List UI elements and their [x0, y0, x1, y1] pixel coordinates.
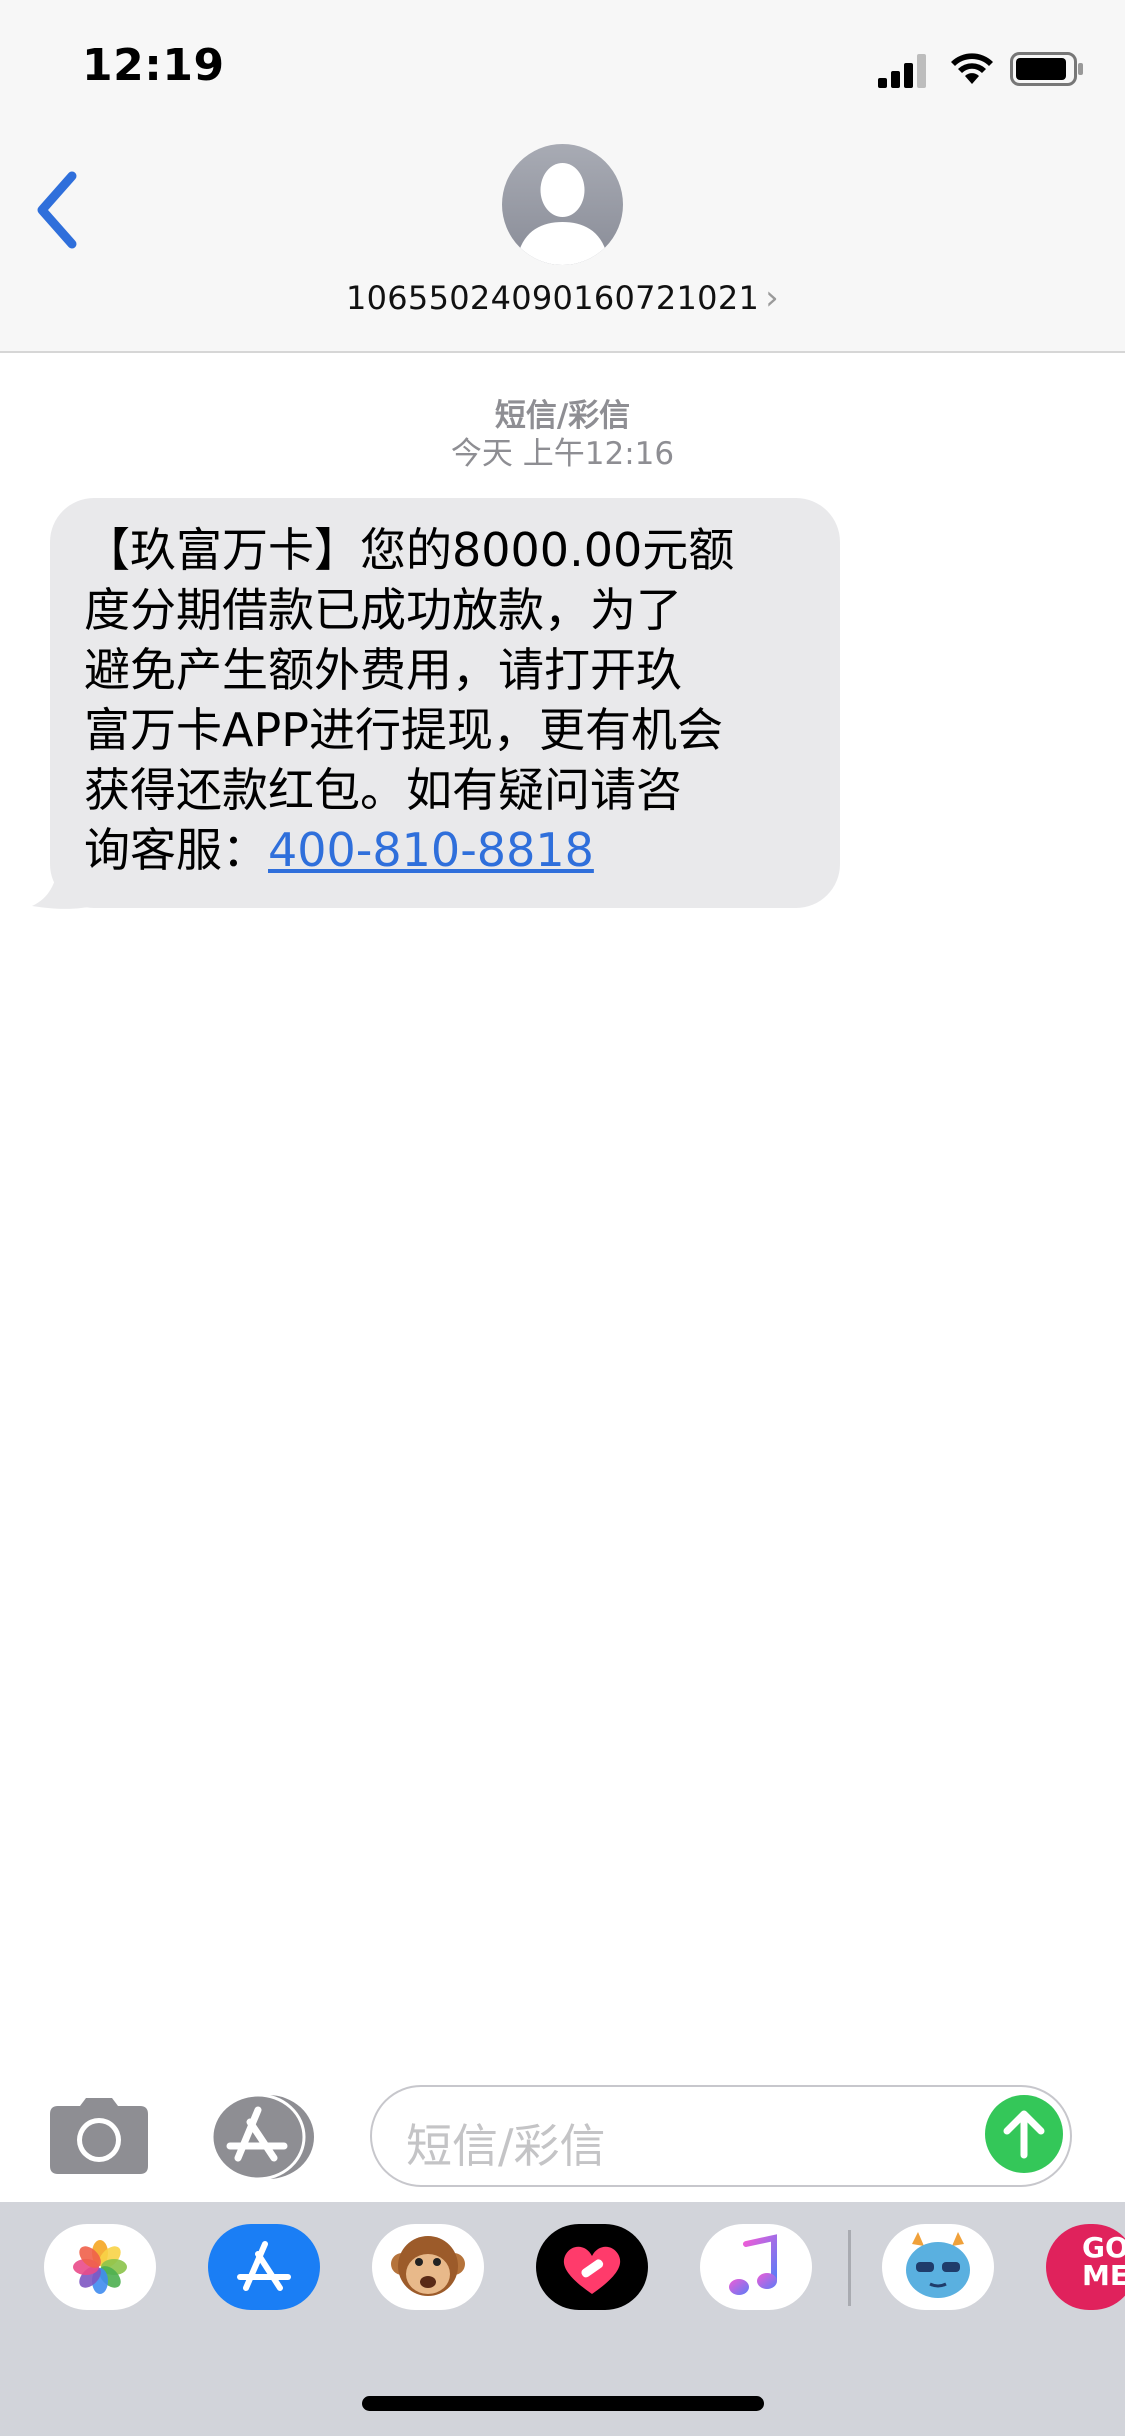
app-store-button-icon[interactable]	[208, 2092, 318, 2182]
phone-number-link[interactable]: 400-810-8818	[268, 823, 594, 877]
photos-app-icon[interactable]	[44, 2224, 156, 2310]
blue-monster-icon	[906, 2232, 970, 2298]
drawer-divider	[848, 2230, 851, 2306]
contact-avatar[interactable]	[502, 144, 623, 265]
cellular-signal-icon	[878, 54, 926, 88]
arrow-up-icon	[1003, 2110, 1045, 2159]
status-time: 12:19	[82, 40, 225, 91]
heart-icon	[563, 2246, 621, 2294]
monster-sticker-icon[interactable]	[882, 2224, 994, 2310]
contact-chevron-icon: ›	[765, 278, 780, 318]
message-text: 【玖富万卡】您的8000.00元额 度分期借款已成功放款，为了 避免产生额外费用…	[84, 520, 824, 880]
game-app-label: GO ME	[1082, 2231, 1125, 2292]
music-app-icon[interactable]	[700, 2224, 812, 2310]
battery-icon	[1010, 52, 1083, 86]
home-indicator[interactable]	[362, 2396, 764, 2411]
contact-number: 10655024090160721021	[345, 279, 760, 317]
app-store-app-icon[interactable]	[208, 2224, 320, 2310]
contact-name[interactable]: 10655024090160721021 ›	[0, 278, 1125, 318]
send-button[interactable]	[985, 2095, 1063, 2173]
message-input-placeholder: 短信/彩信	[406, 2119, 606, 2173]
back-chevron-icon[interactable]	[30, 158, 90, 258]
app-store-a-icon	[237, 2241, 291, 2291]
person-silhouette-icon	[516, 163, 609, 265]
conversation-header: 10655024090160721021 ›	[0, 140, 1125, 353]
message-timestamp: 今天 上午12:16	[450, 436, 675, 472]
photos-flower-icon	[73, 2240, 127, 2294]
animoji-monkey-icon[interactable]	[372, 2224, 484, 2310]
camera-icon[interactable]	[50, 2098, 148, 2174]
wifi-icon	[951, 53, 993, 84]
monkey-face-icon	[391, 2236, 465, 2296]
music-note-icon	[729, 2234, 777, 2295]
digital-touch-heart-icon[interactable]	[536, 2224, 648, 2310]
game-app-icon[interactable]: GO ME	[1046, 2224, 1125, 2310]
